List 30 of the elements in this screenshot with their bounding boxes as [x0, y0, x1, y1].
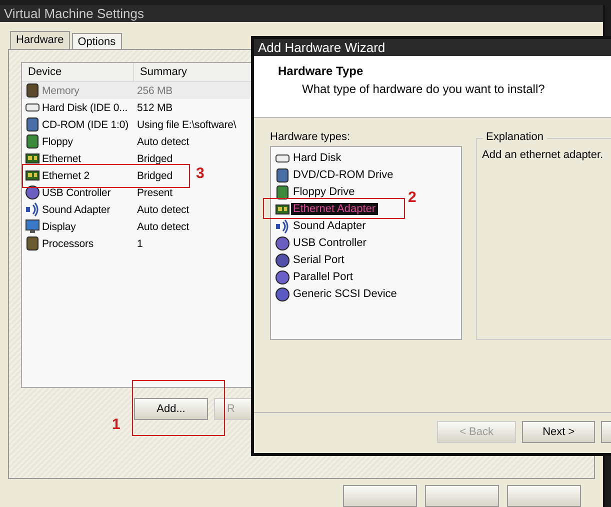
device-name: Memory [42, 84, 80, 96]
device-summary: Auto detect [137, 220, 190, 232]
window-title: Virtual Machine Settings [4, 6, 144, 21]
explanation-text: Add an ethernet adapter. [482, 148, 604, 161]
annotation-number: 1 [112, 416, 120, 433]
device-name: Sound Adapter [42, 204, 110, 216]
device-name: Ethernet 2 [42, 170, 90, 182]
wizard-subtitle: What type of hardware do you want to install? [301, 82, 546, 96]
device-summary: Auto detect [137, 136, 190, 148]
device-name: Hard Disk (IDE 0... [42, 102, 128, 114]
device-name: Processors [42, 238, 94, 250]
device-summary: 1 [137, 238, 143, 250]
annotation-number: 3 [196, 165, 204, 182]
device-summary: Bridged [137, 152, 172, 164]
device-name: USB Controller [42, 186, 111, 198]
device-summary: 256 MB [137, 84, 173, 96]
device-name: Display [42, 220, 76, 232]
device-summary: 512 MB [137, 102, 173, 114]
device-summary: Present [137, 186, 172, 198]
list-label: Hardware types: [270, 130, 352, 143]
device-name: CD-ROM (IDE 1:0) [42, 118, 128, 130]
device-name: Floppy [42, 136, 73, 148]
annotation-number: 2 [408, 189, 416, 206]
wizard-heading: Hardware Type [278, 64, 364, 78]
device-summary: Auto detect [137, 204, 190, 216]
device-name: Ethernet [42, 152, 81, 164]
device-summary: Using file E:\software\ [137, 118, 236, 130]
window-title: Add Hardware Wizard [258, 40, 386, 55]
device-summary: Bridged [137, 170, 172, 182]
group-title: Explanation [483, 130, 546, 143]
